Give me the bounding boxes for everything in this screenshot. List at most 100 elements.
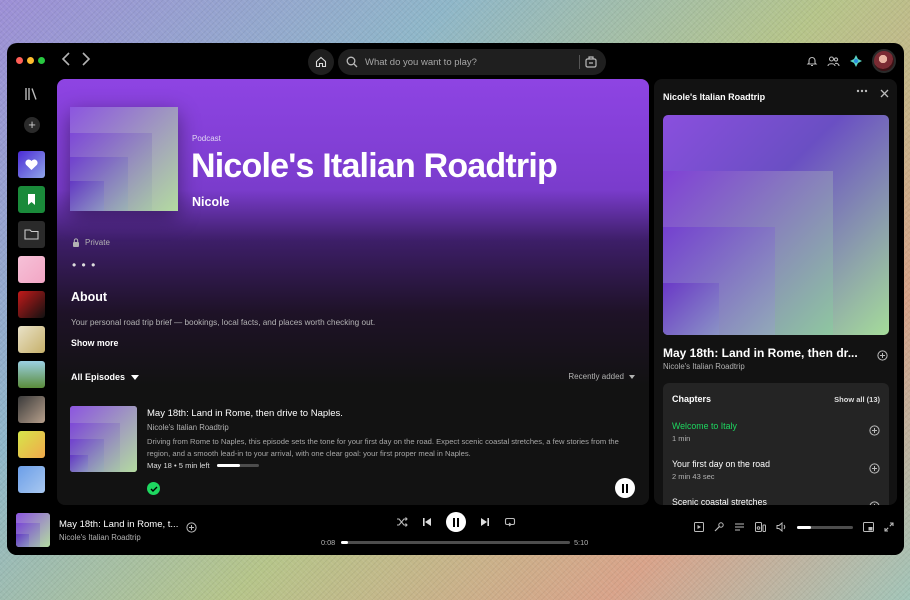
top-bar: [7, 43, 904, 79]
now-playing-title[interactable]: May 18th: Land in Rome, then dr...: [663, 346, 858, 360]
queue-icon[interactable]: [734, 522, 745, 532]
volume-icon[interactable]: [776, 522, 787, 532]
library-tile-blue[interactable]: [18, 466, 45, 493]
library-tile-yellow[interactable]: [18, 326, 45, 353]
add-to-library-button[interactable]: [877, 350, 888, 361]
library-sidebar: +: [7, 79, 55, 505]
more-options-button[interactable]: • • •: [72, 258, 96, 272]
mini-player-icon[interactable]: [863, 522, 874, 532]
volume-slider[interactable]: [797, 525, 853, 529]
podcast-author[interactable]: Nicole: [192, 195, 230, 209]
chapter-duration: 1 min: [672, 434, 691, 443]
close-icon[interactable]: [880, 89, 889, 98]
window-controls: [16, 57, 45, 64]
now-playing-panel: Nicole's Italian Roadtrip May 18th: Land…: [654, 79, 897, 505]
ep-square-4: [70, 455, 88, 472]
player-add-button[interactable]: [186, 522, 197, 533]
library-tile-dark[interactable]: [18, 396, 45, 423]
home-icon: [315, 56, 327, 68]
player-show-name[interactable]: Nicole's Italian Roadtrip: [59, 533, 141, 542]
visibility-indicator: Private: [72, 238, 110, 247]
chapter-add-button[interactable]: [869, 463, 880, 474]
now-playing-cover-art: [663, 115, 889, 335]
search-input[interactable]: [365, 56, 565, 68]
elapsed-time: 0:08: [321, 538, 336, 547]
episode-pause-button[interactable]: [615, 478, 635, 498]
home-button[interactable]: [308, 49, 334, 75]
shuffle-icon[interactable]: [396, 517, 408, 527]
episode-title[interactable]: May 18th: Land in Rome, then drive to Na…: [147, 408, 343, 419]
library-tile-lime[interactable]: [18, 431, 45, 458]
library-tile-green[interactable]: [18, 186, 45, 213]
player-track-title[interactable]: May 18th: Land in Rome, t...: [59, 519, 178, 530]
show-more-link[interactable]: Show more: [71, 338, 118, 348]
add-circle-icon: [186, 522, 197, 533]
visibility-label: Private: [85, 238, 110, 247]
library-tile-pink[interactable]: [18, 256, 45, 283]
page-title: Nicole's Italian Roadtrip: [191, 147, 558, 185]
np-square-3: [16, 534, 29, 547]
close-window-button[interactable]: [16, 57, 23, 64]
pause-button[interactable]: [446, 512, 466, 532]
fullscreen-icon[interactable]: [884, 522, 894, 532]
chapter-add-button[interactable]: [869, 425, 880, 436]
playback-progress-bar[interactable]: [341, 541, 570, 544]
chapter-item[interactable]: Your first day on the road 2 min 43 sec: [672, 459, 880, 489]
plus-icon: +: [28, 117, 36, 132]
rp-square-4: [663, 283, 719, 335]
add-circle-icon: [869, 463, 880, 474]
heart-icon: [25, 159, 38, 170]
podcast-main-panel: Podcast Nicole's Italian Roadtrip Nicole…: [57, 79, 649, 505]
next-icon[interactable]: [480, 517, 490, 527]
more-options-icon[interactable]: [856, 89, 868, 98]
browse-icon: [585, 56, 597, 68]
now-playing-actions: [856, 89, 889, 98]
search-icon: [346, 56, 358, 68]
liked-songs-tile[interactable]: [18, 151, 45, 178]
library-tile-red[interactable]: [18, 291, 45, 318]
library-button[interactable]: [24, 87, 38, 101]
player-cover-art[interactable]: [16, 513, 50, 547]
maximize-window-button[interactable]: [38, 57, 45, 64]
sort-label: Recently added: [568, 372, 624, 381]
now-playing-view-icon[interactable]: [694, 522, 704, 532]
bookmark-icon: [28, 194, 35, 205]
create-button[interactable]: +: [24, 117, 40, 133]
show-all-chapters-link[interactable]: Show all (13): [834, 395, 880, 404]
episode-progress-bar: [216, 464, 259, 467]
library-tile-folder[interactable]: [18, 221, 45, 248]
browse-button[interactable]: [584, 55, 598, 69]
search-divider: [579, 55, 580, 69]
episode-meta: May 18 • 5 min left: [147, 461, 259, 470]
now-playing-heading[interactable]: Nicole's Italian Roadtrip: [663, 92, 765, 102]
top-right-actions: [806, 49, 896, 73]
about-text: Your personal road trip brief — bookings…: [71, 318, 376, 327]
forward-arrow-icon[interactable]: [81, 52, 91, 66]
repeat-icon[interactable]: [504, 517, 516, 527]
checkmark-icon: [150, 486, 157, 492]
library-tile-landscape[interactable]: [18, 361, 45, 388]
added-checkmark-button[interactable]: [147, 482, 160, 495]
microphone-icon[interactable]: [714, 522, 724, 532]
chapter-item[interactable]: Welcome to Italy 1 min: [672, 421, 880, 451]
chapter-item[interactable]: Scenic coastal stretches: [672, 497, 880, 505]
user-avatar[interactable]: [872, 49, 896, 73]
cover-square-4: [70, 181, 104, 211]
lock-icon: [73, 238, 79, 247]
connect-device-icon[interactable]: [755, 522, 766, 532]
minimize-window-button[interactable]: [27, 57, 34, 64]
episodes-filter[interactable]: All Episodes: [71, 372, 140, 382]
now-playing-show[interactable]: Nicole's Italian Roadtrip: [663, 362, 745, 371]
previous-icon[interactable]: [422, 517, 432, 527]
back-arrow-icon[interactable]: [61, 52, 71, 66]
sort-dropdown[interactable]: Recently added: [568, 372, 635, 381]
ai-sparkle-icon[interactable]: [849, 54, 863, 68]
episode-meta-text: May 18 • 5 min left: [147, 461, 210, 470]
episode-cover-art[interactable]: [70, 406, 137, 472]
bell-icon[interactable]: [806, 55, 818, 67]
total-time: 5:10: [574, 538, 589, 547]
friends-activity-icon[interactable]: [827, 55, 840, 67]
chapters-heading: Chapters: [672, 394, 712, 404]
episode-show-name[interactable]: Nicole's Italian Roadtrip: [147, 423, 229, 432]
about-heading: About: [71, 290, 108, 304]
